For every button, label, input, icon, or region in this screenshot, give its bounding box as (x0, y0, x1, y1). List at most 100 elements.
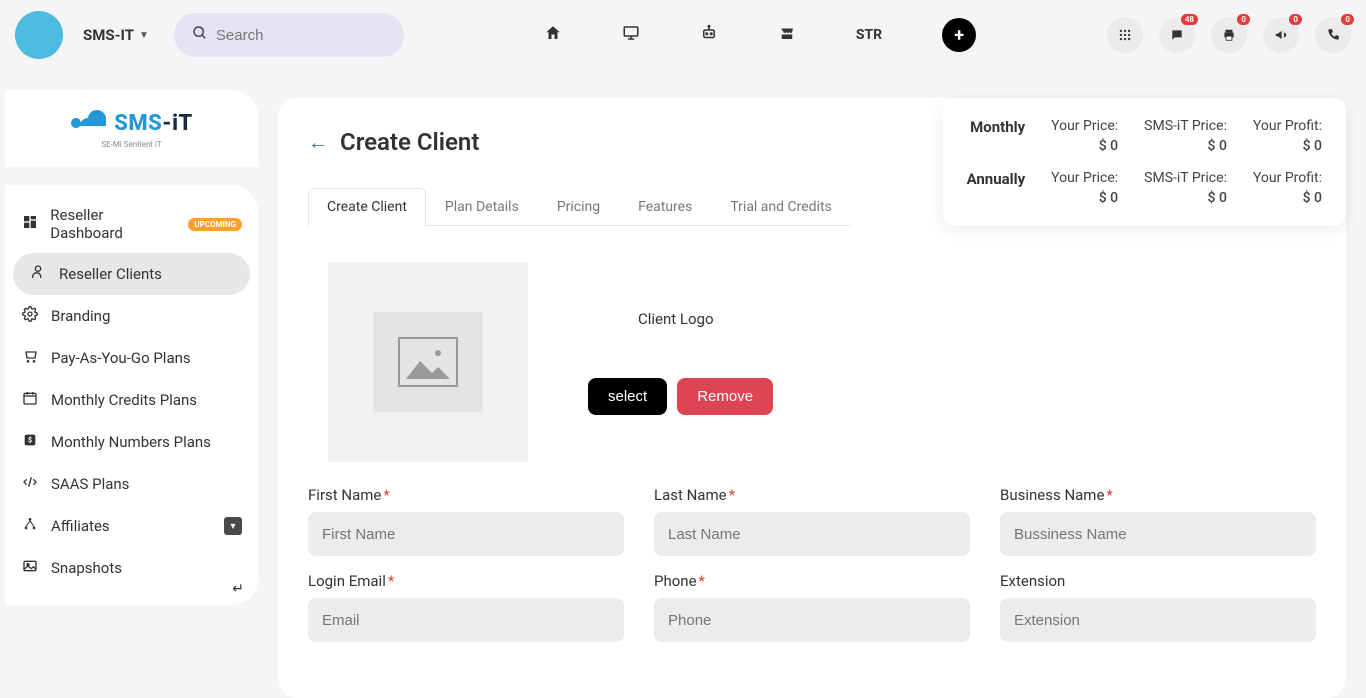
pricing-monthly-your-price: Your Price: $ 0 (1051, 118, 1118, 154)
sidebar-item-reseller-clients[interactable]: Reseller Clients (13, 253, 250, 295)
logo-text: SMS-iT (114, 111, 193, 136)
sidebar-item-label: Affiliates (51, 517, 110, 535)
search-container (174, 13, 404, 57)
search-input[interactable] (216, 27, 386, 44)
last-name-label: Last Name* (654, 486, 970, 504)
content-card: ← Create Client Monthly Your Price: $ 0 … (278, 98, 1346, 698)
apps-icon[interactable] (1107, 17, 1143, 53)
sidebar-logo-block: SMS-iT SE-Mi Sentient iT (5, 90, 258, 167)
chat-icon[interactable]: 48 (1159, 17, 1195, 53)
phone-badge: 0 (1341, 14, 1354, 25)
sidebar: SMS-iT SE-Mi Sentient iT Reseller Dashbo… (0, 70, 258, 641)
login-email-input[interactable] (308, 598, 624, 642)
select-logo-button[interactable]: select (588, 378, 667, 415)
pricing-annually-smsit-price: SMS-iT Price: $ 0 (1144, 170, 1227, 206)
clients-icon (29, 264, 47, 284)
tab-create-client[interactable]: Create Client (308, 188, 426, 226)
form-group-login-email: Login Email* (308, 572, 624, 642)
print-icon[interactable]: 0 (1211, 17, 1247, 53)
business-name-input[interactable] (1000, 512, 1316, 556)
pricing-annually-label: Annually (967, 170, 1026, 188)
cart-icon (21, 348, 39, 368)
form-group-phone: Phone* (654, 572, 970, 642)
first-name-input[interactable] (308, 512, 624, 556)
branding-icon (21, 306, 39, 326)
logo-section: Client Logo select Remove (308, 262, 1316, 462)
robot-icon[interactable] (700, 24, 718, 46)
svg-text:$: $ (28, 436, 32, 445)
tab-plan-details[interactable]: Plan Details (426, 188, 538, 226)
brand-label: SMS-IT (83, 26, 134, 44)
announce-badge: 0 (1289, 14, 1302, 25)
business-name-label: Business Name* (1000, 486, 1316, 504)
app-logo: SMS-iT (70, 108, 193, 138)
str-link[interactable]: STR (856, 27, 882, 43)
cloud-icon (70, 108, 106, 138)
page-title: Create Client (340, 128, 479, 156)
upcoming-badge: UPCOMING (188, 218, 242, 231)
sidebar-item-monthly-numbers[interactable]: $ Monthly Numbers Plans (5, 421, 258, 463)
store-icon[interactable] (778, 24, 796, 46)
tabs: Create Client Plan Details Pricing Featu… (308, 188, 851, 226)
sidebar-panel: Reseller Dashboard UPCOMING Reseller Cli… (5, 185, 258, 605)
tab-trial-credits[interactable]: Trial and Credits (711, 188, 850, 226)
phone-input[interactable] (654, 598, 970, 642)
image-placeholder-icon (373, 312, 483, 412)
brand-dropdown[interactable]: SMS-IT ▼ (83, 26, 149, 44)
sidebar-item-reseller-dashboard[interactable]: Reseller Dashboard UPCOMING (5, 195, 258, 253)
back-arrow-icon[interactable]: ← (308, 130, 328, 155)
pricing-monthly-label: Monthly (967, 118, 1026, 136)
dashboard-icon (21, 214, 38, 234)
home-icon[interactable] (544, 24, 562, 46)
pricing-monthly-your-profit: Your Profit: $ 0 (1253, 118, 1322, 154)
extension-input[interactable] (1000, 598, 1316, 642)
pricing-monthly-smsit-price: SMS-iT Price: $ 0 (1144, 118, 1227, 154)
form-grid: First Name* Last Name* Business Name* Lo… (308, 486, 1316, 642)
chevron-down-icon: ▼ (139, 30, 149, 41)
last-name-input[interactable] (654, 512, 970, 556)
sidebar-item-affiliates[interactable]: Affiliates ▾ (5, 505, 258, 547)
dollar-icon: $ (21, 432, 39, 452)
search-icon (192, 25, 208, 45)
extension-label: Extension (1000, 572, 1316, 590)
chevron-down-icon[interactable]: ▾ (224, 517, 242, 535)
avatar[interactable] (15, 11, 63, 59)
sidebar-item-monthly-credits[interactable]: Monthly Credits Plans (5, 379, 258, 421)
sidebar-item-label: SAAS Plans (51, 475, 129, 493)
chat-badge: 48 (1181, 14, 1198, 25)
sidebar-item-label: Pay-As-You-Go Plans (51, 349, 191, 367)
logo-upload-area[interactable] (328, 262, 528, 462)
sidebar-item-label: Monthly Numbers Plans (51, 433, 211, 451)
calendar-icon (21, 390, 39, 410)
topbar: SMS-IT ▼ STR + 48 0 (0, 0, 1366, 70)
sidebar-item-label: Snapshots (51, 559, 122, 577)
phone-icon[interactable]: 0 (1315, 17, 1351, 53)
first-name-label: First Name* (308, 486, 624, 504)
sidebar-item-label: Branding (51, 307, 110, 325)
sidebar-item-branding[interactable]: Branding (5, 295, 258, 337)
sidebar-item-label: Monthly Credits Plans (51, 391, 197, 409)
affiliates-icon (21, 516, 39, 536)
monitor-icon[interactable] (622, 24, 640, 46)
tab-features[interactable]: Features (619, 188, 711, 226)
sidebar-item-saas-plans[interactable]: SAAS Plans (5, 463, 258, 505)
pricing-annually-your-price: Your Price: $ 0 (1051, 170, 1118, 206)
image-icon (21, 558, 39, 578)
phone-label: Phone* (654, 572, 970, 590)
logo-controls: Client Logo select Remove (588, 262, 773, 462)
sidebar-item-label: Reseller Clients (59, 265, 162, 283)
sidebar-item-snapshots[interactable]: Snapshots (5, 547, 258, 589)
remove-logo-button[interactable]: Remove (677, 378, 773, 415)
add-button[interactable]: + (942, 18, 976, 52)
pricing-annually-your-profit: Your Profit: $ 0 (1253, 170, 1322, 206)
top-icons: STR + (544, 18, 976, 52)
sidebar-collapse-icon[interactable]: ↵ (232, 581, 244, 597)
form-group-business-name: Business Name* (1000, 486, 1316, 556)
tab-pricing[interactable]: Pricing (538, 188, 619, 226)
sidebar-item-payg-plans[interactable]: Pay-As-You-Go Plans (5, 337, 258, 379)
pricing-panel: Monthly Your Price: $ 0 SMS-iT Price: $ … (943, 98, 1346, 226)
print-badge: 0 (1237, 14, 1250, 25)
client-logo-label: Client Logo (638, 310, 714, 328)
code-icon (21, 474, 39, 494)
announce-icon[interactable]: 0 (1263, 17, 1299, 53)
